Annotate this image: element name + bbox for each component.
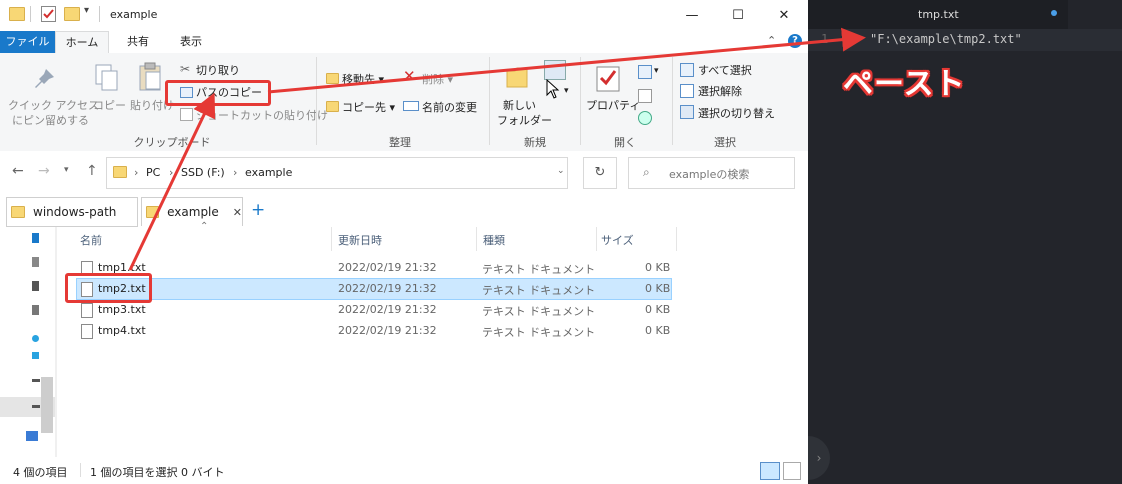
paste-annotation-label: ペースト — [843, 67, 966, 102]
arrow-file-to-copy-path — [128, 92, 216, 271]
arrow-to-editor — [267, 27, 866, 94]
